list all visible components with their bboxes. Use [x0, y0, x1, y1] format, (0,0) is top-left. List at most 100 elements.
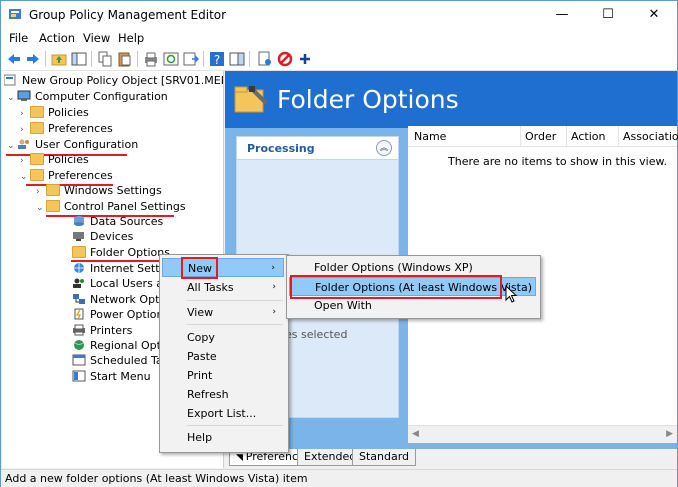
close-button[interactable]: ✕ [631, 1, 677, 28]
maximize-button[interactable]: ☐ [585, 1, 631, 28]
folder-options-icon [72, 246, 86, 258]
menu-file[interactable]: File [9, 31, 28, 45]
globe-icon [74, 340, 84, 350]
minimize-button[interactable]: — [539, 1, 585, 28]
users-icon [73, 278, 84, 288]
context-menu: New › All Tasks › View › Copy Paste Print R… [159, 254, 289, 453]
tree-control-panel-settings[interactable]: ⌄ Control Panel Settings [36, 199, 186, 214]
folder-gear-icon [46, 200, 60, 212]
tree-root[interactable]: New Group Policy Object [SRV01.MERAKI.El [4, 73, 223, 88]
cc-preferences-label: Preferences [48, 122, 113, 135]
chevron-down-icon[interactable]: ⌄ [7, 139, 17, 154]
back-arrow-icon[interactable] [6, 51, 22, 67]
tree-windows-settings[interactable]: › Windows Settings [36, 183, 162, 198]
menu-item-view[interactable]: View › [162, 303, 284, 322]
chevron-right-icon[interactable]: › [36, 185, 46, 200]
window-title: Group Policy Management Editor [29, 8, 227, 22]
folder-icon [30, 169, 44, 181]
tree-uc-preferences[interactable]: ⌄ Preferences [20, 168, 113, 183]
user-configuration-label: User Configuration [35, 138, 139, 151]
chevron-right-icon[interactable]: › [20, 123, 30, 138]
tree-item-printers[interactable]: Printers [72, 323, 132, 338]
chevron-right-icon[interactable]: › [20, 107, 30, 122]
tree-root-label: New Group Policy Object [SRV01.MERAKI.El [22, 74, 223, 87]
power-icon [74, 308, 84, 320]
show-hide-tree-icon[interactable] [71, 51, 87, 67]
tree-item-folder-options[interactable]: Folder Options [72, 245, 170, 260]
menu-item-help[interactable]: Help [162, 428, 284, 447]
tree-user-configuration[interactable]: ⌄ User Configuration [7, 137, 138, 152]
tree-item-power-options[interactable]: Power Options [72, 307, 169, 322]
chevron-right-icon[interactable]: › [20, 154, 30, 169]
folder-icon [30, 106, 44, 118]
menu-action[interactable]: Action [39, 31, 75, 45]
horizontal-scrollbar[interactable]: ◀ ▶ [408, 425, 677, 443]
menu-item-paste[interactable]: Paste [162, 347, 284, 366]
devices-icon [73, 232, 84, 241]
printer-icon [73, 324, 85, 336]
collapse-icon[interactable]: ︽ [376, 140, 392, 156]
folder-icon [30, 122, 44, 134]
menu-help[interactable]: Help [118, 31, 144, 45]
export-list-icon[interactable] [183, 51, 199, 67]
column-order[interactable]: Order [525, 130, 556, 143]
tree-computer-configuration[interactable]: ⌄ Computer Configuration [7, 89, 168, 104]
processing-label: Processing [247, 142, 315, 155]
paste-icon[interactable] [117, 51, 133, 67]
add-icon[interactable] [297, 51, 313, 67]
submenu-item-open-with[interactable]: Open With [289, 296, 536, 315]
tree-item-devices[interactable]: Devices [72, 229, 133, 244]
network-icon [73, 294, 85, 304]
tree-item-data-sources[interactable]: Data Sources [72, 214, 163, 229]
tab-standard[interactable]: Standard [352, 449, 417, 466]
menu-view[interactable]: View [83, 31, 110, 45]
computer-configuration-label: Computer Configuration [35, 90, 168, 103]
status-text: Add a new folder options (At least Windo… [5, 472, 308, 485]
menu-item-print[interactable]: Print [162, 366, 284, 385]
empty-list-text: There are no items to show in this view. [448, 155, 667, 168]
list-header: Name Order Action Associatio [408, 126, 678, 147]
folder-options-large-icon [234, 86, 268, 113]
toolbar: ? [1, 48, 677, 71]
chevron-down-icon[interactable]: ⌄ [36, 201, 46, 216]
tree-cc-policies[interactable]: › Policies [20, 105, 89, 120]
forward-arrow-icon[interactable] [25, 51, 41, 67]
folder-icon [30, 153, 44, 165]
items-selected-text: es selected [285, 328, 348, 341]
column-action[interactable]: Action [571, 130, 605, 143]
title-bar: Group Policy Management Editor — ☐ ✕ [1, 1, 677, 28]
copy-icon[interactable] [97, 51, 113, 67]
column-association[interactable]: Associatio [623, 130, 678, 143]
tree-uc-policies[interactable]: › Policies [20, 152, 89, 167]
tree-item-start-menu[interactable]: Start Menu [72, 369, 151, 384]
chevron-down-icon[interactable]: ⌄ [7, 91, 17, 106]
scroll-right-icon[interactable]: ▶ [666, 429, 673, 439]
column-name[interactable]: Name [414, 130, 446, 143]
chevron-right-icon: › [272, 307, 276, 317]
properties-icon[interactable] [257, 51, 273, 67]
uc-policies-label: Policies [48, 153, 89, 166]
chevron-down-icon[interactable]: ⌄ [20, 170, 30, 185]
new-submenu: Folder Options (Windows XP) Folder Optio… [286, 255, 541, 319]
menu-item-all-tasks[interactable]: All Tasks › [162, 278, 284, 297]
details-title: Folder Options [277, 85, 459, 114]
processing-header: Processing ︽ [237, 137, 398, 160]
uc-preferences-label: Preferences [48, 169, 113, 182]
scroll-left-icon[interactable]: ◀ [412, 429, 419, 439]
computer-icon [17, 90, 31, 101]
chevron-right-icon: › [272, 282, 276, 292]
status-bar: Add a new folder options (At least Windo… [1, 469, 677, 487]
help-icon[interactable]: ? [209, 51, 225, 67]
show-pane-icon[interactable] [229, 51, 245, 67]
chevron-right-icon: › [271, 263, 275, 273]
tree-cc-preferences[interactable]: › Preferences [20, 121, 113, 136]
cc-policies-label: Policies [48, 106, 89, 119]
print-icon[interactable] [143, 51, 159, 67]
menu-item-refresh[interactable]: Refresh [162, 385, 284, 404]
menu-item-export-list[interactable]: Export List... [162, 404, 284, 423]
menu-item-copy[interactable]: Copy [162, 328, 284, 347]
refresh-icon[interactable] [163, 51, 179, 67]
up-folder-icon[interactable] [51, 51, 67, 67]
folder-icon [46, 184, 60, 196]
stop-icon[interactable] [277, 51, 293, 67]
